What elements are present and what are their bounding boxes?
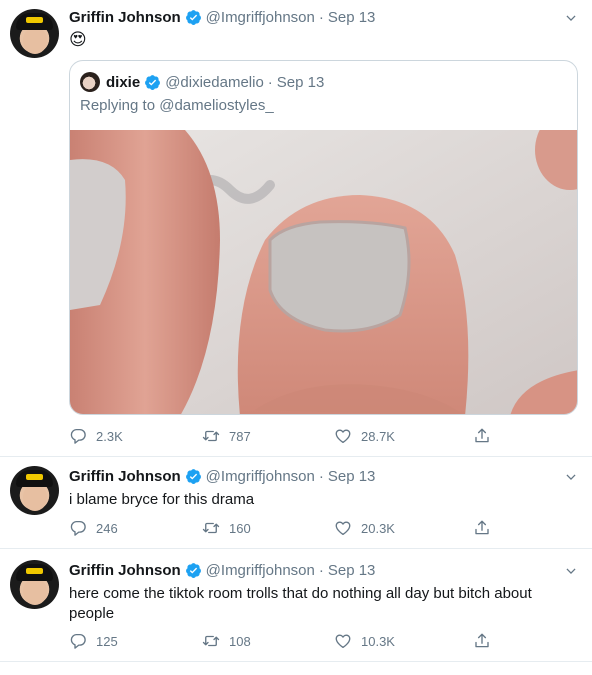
like-button[interactable]: 28.7K: [334, 427, 395, 445]
user-handle: @dixiedamelio: [165, 73, 264, 91]
toe-photo: [70, 130, 577, 414]
reply-count: 2.3K: [96, 428, 123, 444]
tweet-text: i blame bryce for this drama: [69, 491, 255, 508]
verified-badge-icon: [185, 562, 202, 579]
quoted-tweet-header: dixie @dixiedamelio · Sep 13: [80, 72, 324, 92]
like-button[interactable]: 20.3K: [334, 519, 395, 537]
verified-badge-icon: [185, 468, 202, 485]
chevron-down-icon[interactable]: [564, 564, 578, 578]
retweet-count: 160: [229, 520, 251, 536]
mention-link[interactable]: @dameliostyles_: [159, 97, 273, 114]
reply-icon: [69, 427, 87, 445]
tweet-date[interactable]: Sep 13: [328, 562, 376, 579]
like-count: 20.3K: [361, 520, 395, 536]
like-count: 28.7K: [361, 428, 395, 444]
retweet-icon: [202, 632, 220, 650]
like-count: 10.3K: [361, 633, 395, 649]
share-icon: [473, 427, 491, 445]
reply-icon: [69, 632, 87, 650]
reply-button[interactable]: 125: [69, 632, 118, 650]
like-button[interactable]: 10.3K: [334, 632, 395, 650]
display-name[interactable]: Griffin Johnson: [69, 468, 181, 485]
quoted-tweet[interactable]: dixie @dixiedamelio · Sep 13 Replying to…: [69, 60, 578, 415]
tweet[interactable]: Griffin Johnson @Imgriffjohnson · Sep 13…: [0, 549, 592, 662]
replying-prefix: Replying to: [80, 97, 156, 114]
share-button[interactable]: [473, 632, 500, 650]
tweet-photo[interactable]: [70, 130, 577, 414]
tweet-header: Griffin Johnson @Imgriffjohnson · Sep 13: [69, 468, 375, 485]
retweet-button[interactable]: 108: [202, 632, 251, 650]
reply-icon: [69, 519, 87, 537]
share-button[interactable]: [473, 427, 500, 445]
separator-dot: ·: [267, 73, 273, 91]
display-name[interactable]: Griffin Johnson: [69, 9, 181, 26]
avatar[interactable]: [10, 466, 59, 515]
chevron-down-icon[interactable]: [564, 11, 578, 25]
reply-count: 246: [96, 520, 118, 536]
avatar: [80, 72, 100, 92]
retweet-button[interactable]: 787: [202, 427, 251, 445]
user-handle[interactable]: @Imgriffjohnson: [206, 9, 315, 26]
reply-button[interactable]: 246: [69, 519, 118, 537]
avatar[interactable]: [10, 9, 59, 58]
tweet[interactable]: Griffin Johnson @Imgriffjohnson · Sep 13…: [0, 457, 592, 549]
user-handle[interactable]: @Imgriffjohnson: [206, 562, 315, 579]
tweet[interactable]: Griffin Johnson @Imgriffjohnson · Sep 13…: [0, 0, 592, 457]
user-handle[interactable]: @Imgriffjohnson: [206, 468, 315, 485]
reply-button[interactable]: 2.3K: [69, 427, 123, 445]
retweet-icon: [202, 519, 220, 537]
share-icon: [473, 519, 491, 537]
reply-count: 125: [96, 633, 118, 649]
display-name: dixie: [106, 73, 141, 91]
separator-dot: ·: [318, 562, 324, 579]
tweet-header: Griffin Johnson @Imgriffjohnson · Sep 13: [69, 9, 375, 26]
heart-icon: [334, 427, 352, 445]
tweet-header: Griffin Johnson @Imgriffjohnson · Sep 13: [69, 562, 375, 579]
tweet-date: Sep 13: [276, 73, 325, 91]
tweet-text: here come the tiktok room trolls that do…: [69, 585, 532, 622]
tweet-text: 😍: [69, 30, 87, 49]
retweet-count: 108: [229, 633, 251, 649]
retweet-button[interactable]: 160: [202, 519, 251, 537]
retweet-icon: [202, 427, 220, 445]
tweet-date[interactable]: Sep 13: [328, 468, 376, 485]
heart-icon: [334, 632, 352, 650]
tweet-actions: 246 160 20.3K: [69, 519, 509, 539]
display-name[interactable]: Griffin Johnson: [69, 562, 181, 579]
retweet-count: 787: [229, 428, 251, 444]
tweet-actions: 125 108 10.3K: [69, 632, 509, 652]
verified-badge-icon: [144, 74, 161, 91]
share-icon: [473, 632, 491, 650]
separator-dot: ·: [318, 9, 324, 26]
replying-to: Replying to @dameliostyles_: [80, 97, 274, 114]
heart-icon: [334, 519, 352, 537]
chevron-down-icon[interactable]: [564, 470, 578, 484]
verified-badge-icon: [185, 9, 202, 26]
separator-dot: ·: [318, 468, 324, 485]
tweet-date[interactable]: Sep 13: [328, 9, 376, 26]
share-button[interactable]: [473, 519, 500, 537]
tweet-actions: 2.3K 787 28.7K: [69, 427, 509, 447]
avatar[interactable]: [10, 560, 59, 609]
